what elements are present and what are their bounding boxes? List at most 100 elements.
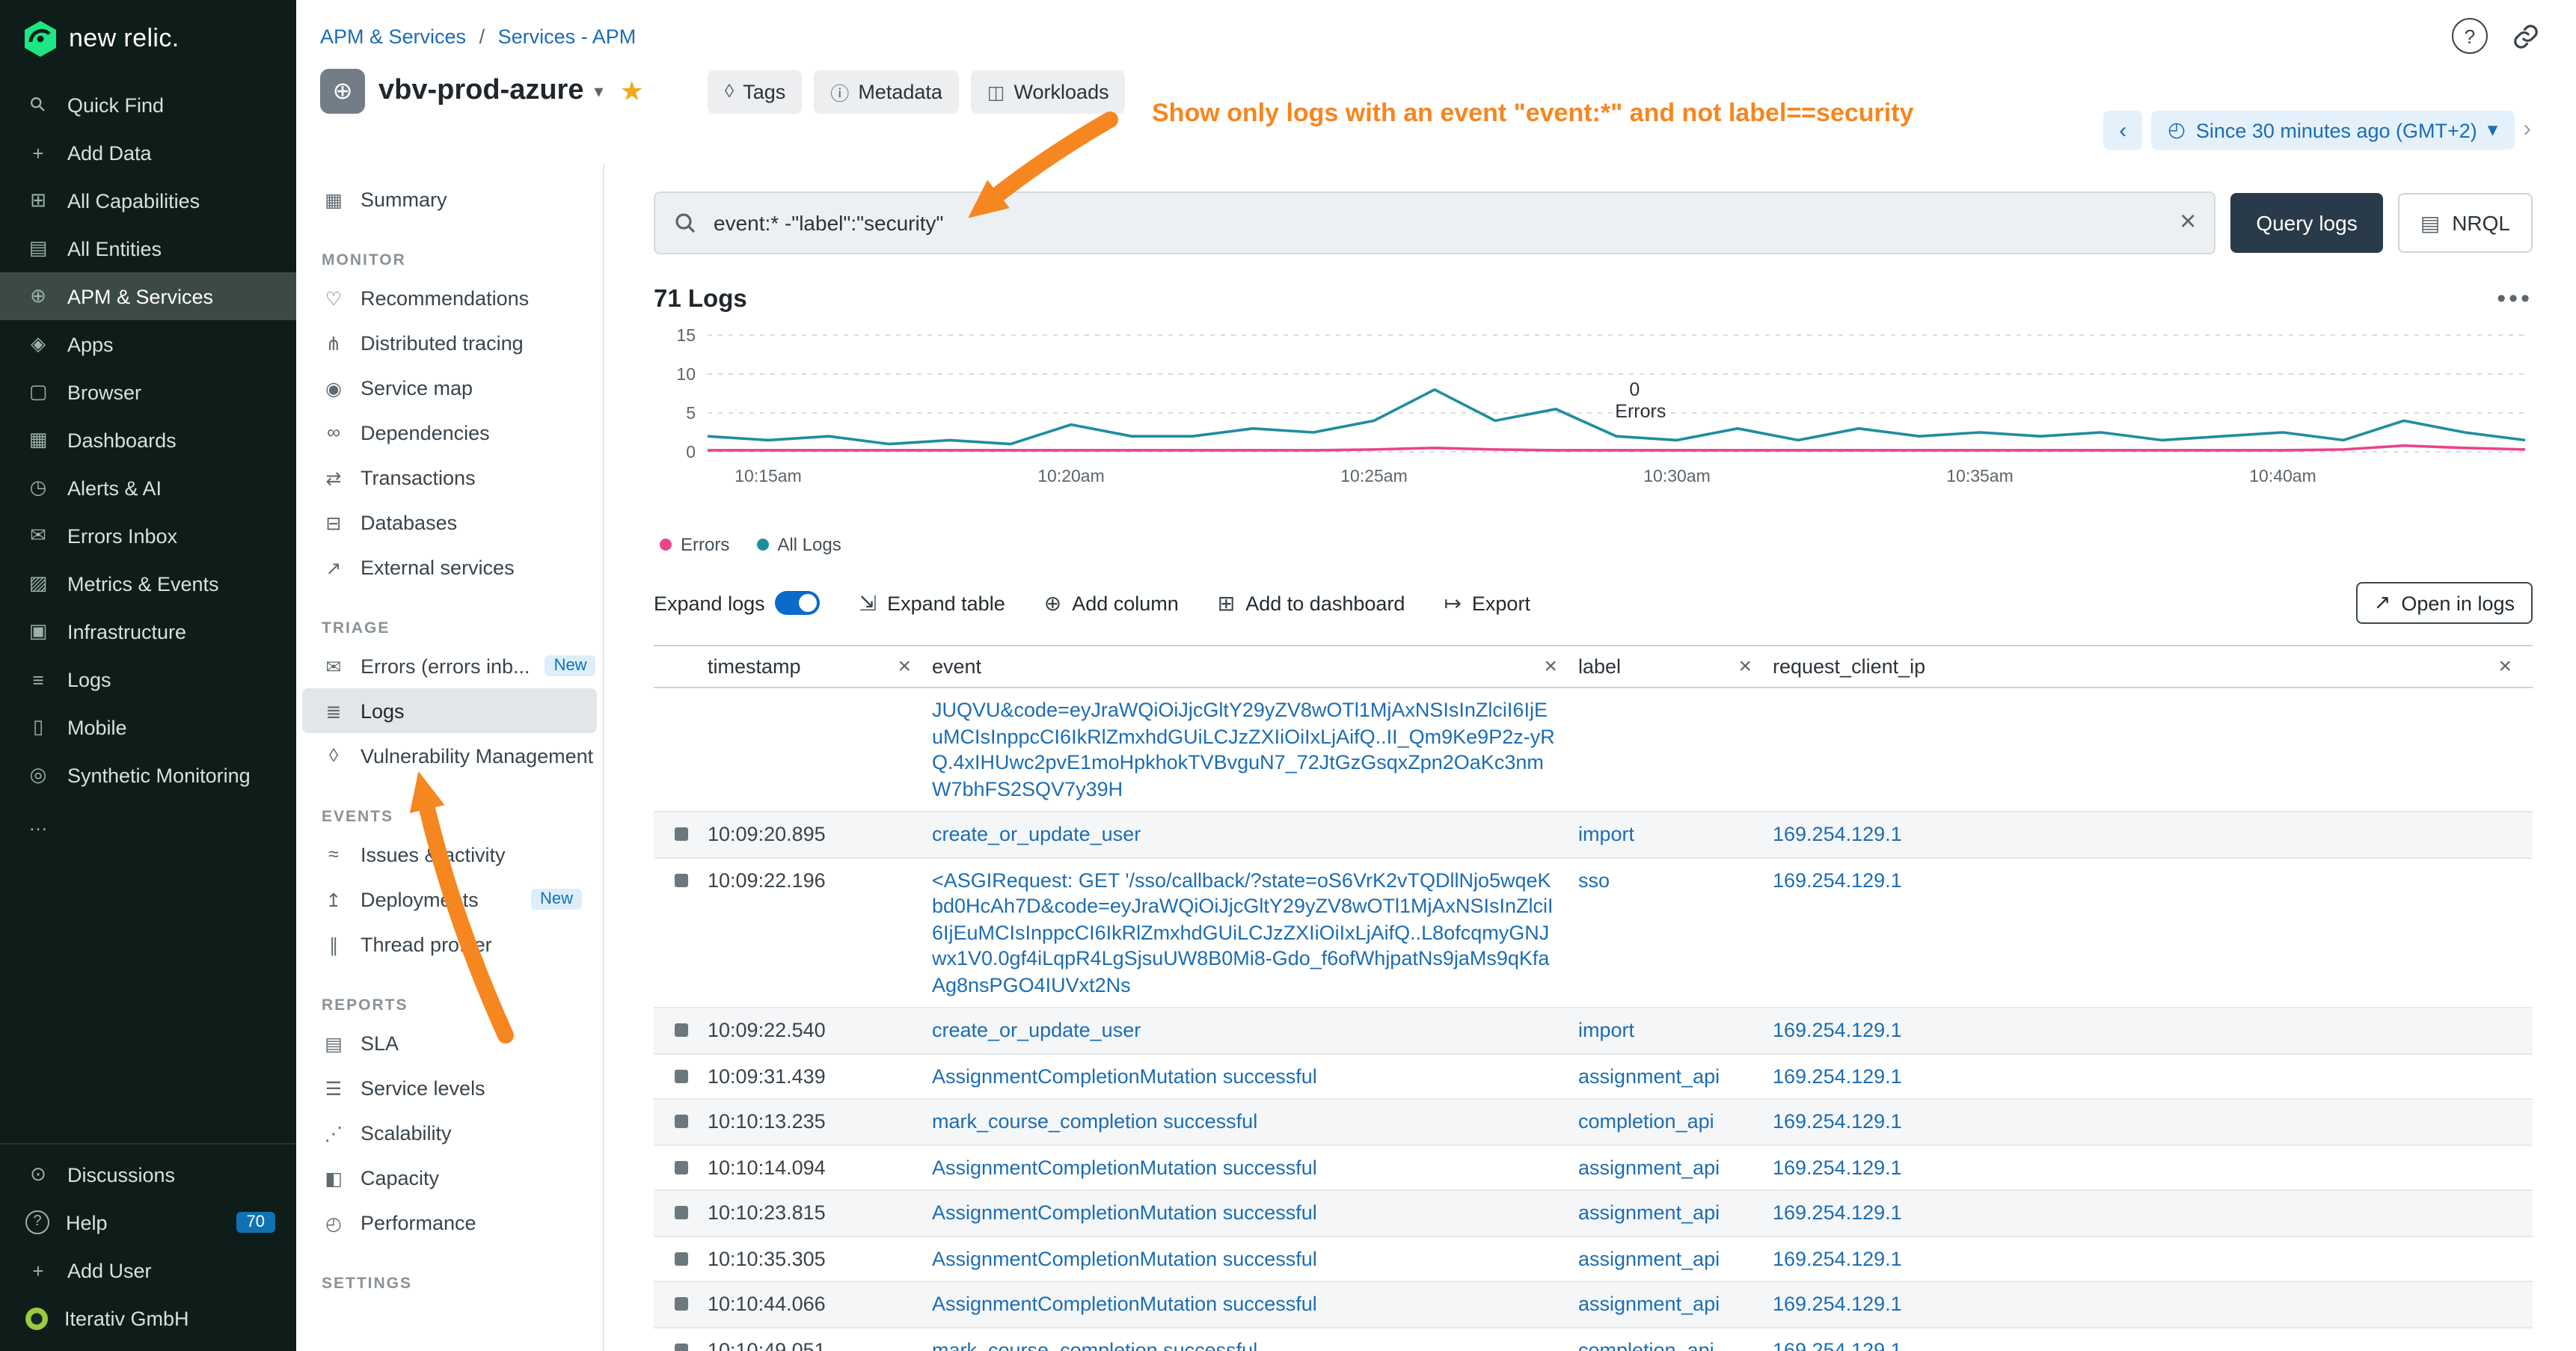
table-row[interactable]: 10:09:20.895create_or_update_userimport1… xyxy=(654,812,2533,858)
remove-event-column-icon[interactable]: × xyxy=(1544,654,1557,679)
sidebar-item-all-entities[interactable]: ▤All Entities xyxy=(0,224,296,272)
table-row[interactable]: 10:10:14.094AssignmentCompletionMutation… xyxy=(654,1145,2533,1191)
subnav-item-deployments[interactable]: ↥DeploymentsNew xyxy=(302,877,597,922)
table-row[interactable]: 10:10:44.066AssignmentCompletionMutation… xyxy=(654,1282,2533,1328)
label-link[interactable]: completion_api xyxy=(1578,1110,1714,1133)
row-select-checkbox[interactable] xyxy=(674,1206,687,1219)
table-row[interactable]: JUQVU&code=eyJraWQiOiJjcGltY29yZV8wOTl1M… xyxy=(654,688,2533,812)
sidebar-item-quick-find[interactable]: ⚲Quick Find xyxy=(0,81,296,129)
subnav-item-dependencies[interactable]: ∞Dependencies xyxy=(302,410,597,455)
subnav-item-external-services[interactable]: ↗External services xyxy=(302,545,597,589)
event-link[interactable]: create_or_update_user xyxy=(932,823,1141,845)
expand-table-button[interactable]: ⇲ Expand table xyxy=(859,590,1005,616)
export-button[interactable]: ↦ Export xyxy=(1444,590,1530,616)
label-link[interactable]: completion_api xyxy=(1578,1338,1714,1351)
request-client-ip-link[interactable]: 169.254.129.1 xyxy=(1773,1247,1902,1269)
label-link[interactable]: assignment_api xyxy=(1578,1064,1720,1087)
new-relic-logo[interactable]: new relic. xyxy=(0,0,296,81)
event-link[interactable]: AssignmentCompletionMutation successful xyxy=(932,1293,1317,1315)
row-select-checkbox[interactable] xyxy=(674,1252,687,1265)
subnav-item-databases[interactable]: ⊟Databases xyxy=(302,500,597,545)
request-client-ip-link[interactable]: 169.254.129.1 xyxy=(1773,1293,1902,1315)
row-select-checkbox[interactable] xyxy=(674,1069,687,1082)
event-link[interactable]: AssignmentCompletionMutation successful xyxy=(932,1064,1317,1087)
event-link[interactable]: create_or_update_user xyxy=(932,1019,1141,1041)
row-select-checkbox[interactable] xyxy=(674,1297,687,1311)
sidebar-item-add-user[interactable]: +Add User xyxy=(0,1246,296,1294)
label-link[interactable]: assignment_api xyxy=(1578,1156,1720,1178)
metadata-button[interactable]: ⓘ Metadata xyxy=(814,70,959,113)
sidebar-item-infrastructure[interactable]: ▣Infrastructure xyxy=(0,607,296,655)
log-search-box[interactable]: × xyxy=(654,192,2215,254)
sidebar-item-help[interactable]: ?Help70 xyxy=(0,1198,296,1246)
sidebar-item-apm-services[interactable]: ⊕APM & Services xyxy=(0,272,296,320)
subnav-item-transactions[interactable]: ⇄Transactions xyxy=(302,455,597,500)
request-client-ip-link[interactable]: 169.254.129.1 xyxy=(1773,1019,1902,1041)
favorite-star-icon[interactable]: ★ xyxy=(620,76,644,107)
subnav-item-service-levels[interactable]: ☰Service levels xyxy=(302,1065,597,1110)
subnav-item-issues-activity[interactable]: ≈Issues & activity xyxy=(302,832,597,877)
table-row[interactable]: 10:09:31.439AssignmentCompletionMutation… xyxy=(654,1054,2533,1100)
subnav-item-sla[interactable]: ▤SLA xyxy=(302,1020,597,1065)
row-select-checkbox[interactable] xyxy=(674,1160,687,1174)
sidebar-item-alerts-ai[interactable]: ◷Alerts & AI xyxy=(0,464,296,512)
row-select-checkbox[interactable] xyxy=(674,1115,687,1128)
row-select-checkbox[interactable] xyxy=(674,1023,687,1037)
event-link[interactable]: mark_course_completion successful xyxy=(932,1110,1257,1133)
label-link[interactable]: assignment_api xyxy=(1578,1293,1720,1315)
time-range-button[interactable]: ◴ Since 30 minutes ago (GMT+2) ▾ xyxy=(2151,111,2514,150)
row-select-checkbox[interactable] xyxy=(674,1343,687,1351)
help-icon[interactable]: ? xyxy=(2452,18,2488,54)
subnav-item-performance[interactable]: ◴Performance xyxy=(302,1200,597,1245)
sidebar-item-add-data[interactable]: +Add Data xyxy=(0,129,296,177)
request-client-ip-link[interactable]: 169.254.129.1 xyxy=(1773,823,1902,845)
subnav-item-distributed-tracing[interactable]: ⋔Distributed tracing xyxy=(302,320,597,365)
event-link[interactable]: AssignmentCompletionMutation successful xyxy=(932,1247,1317,1269)
subnav-item-service-map[interactable]: ◉Service map xyxy=(302,365,597,410)
clear-query-icon[interactable]: × xyxy=(2180,206,2196,239)
table-row[interactable]: 10:10:23.815AssignmentCompletionMutation… xyxy=(654,1191,2533,1237)
sidebar-item-all-capabilities[interactable]: ⊞All Capabilities xyxy=(0,177,296,224)
label-link[interactable]: sso xyxy=(1578,868,1610,891)
event-link[interactable]: AssignmentCompletionMutation successful xyxy=(932,1156,1317,1178)
add-column-button[interactable]: ⊕ Add column xyxy=(1044,590,1179,616)
request-client-ip-link[interactable]: 169.254.129.1 xyxy=(1773,868,1902,891)
table-row[interactable]: 10:10:13.235mark_course_completion succe… xyxy=(654,1100,2533,1145)
sidebar-item-errors-inbox[interactable]: ✉Errors Inbox xyxy=(0,512,296,560)
label-link[interactable]: assignment_api xyxy=(1578,1247,1720,1269)
entity-switcher-caret-icon[interactable]: ▾ xyxy=(595,81,604,102)
legend-all-logs[interactable]: All Logs xyxy=(756,534,841,555)
request-client-ip-link[interactable]: 169.254.129.1 xyxy=(1773,1338,1902,1351)
time-forward-button[interactable]: › xyxy=(2523,117,2531,144)
sidebar-item-more[interactable]: … xyxy=(0,799,296,847)
workloads-button[interactable]: ◫ Workloads xyxy=(971,70,1126,113)
link-icon[interactable] xyxy=(2512,22,2540,50)
remove-timestamp-column-icon[interactable]: × xyxy=(898,654,911,679)
subnav-item-logs[interactable]: ≣Logs xyxy=(302,688,597,733)
tags-button[interactable]: ◊ Tags xyxy=(708,70,802,113)
request-client-ip-link[interactable]: 169.254.129.1 xyxy=(1773,1064,1902,1087)
event-link[interactable]: AssignmentCompletionMutation successful xyxy=(932,1201,1317,1224)
label-link[interactable]: import xyxy=(1578,1019,1634,1041)
table-row[interactable]: 10:09:22.196<ASGIRequest: GET '/sso/call… xyxy=(654,858,2533,1008)
nrql-button[interactable]: ▤ NRQL xyxy=(2398,193,2533,253)
chart-more-menu-icon[interactable]: ••• xyxy=(2497,284,2533,314)
breadcrumb-services-apm[interactable]: Services - APM xyxy=(498,25,637,47)
sidebar-item-mobile[interactable]: ▯Mobile xyxy=(0,703,296,751)
expand-logs-toggle[interactable] xyxy=(776,591,821,615)
sidebar-item-discussions[interactable]: ⊙Discussions xyxy=(0,1151,296,1198)
event-link[interactable]: mark_course_completion successful xyxy=(932,1338,1257,1351)
log-query-input[interactable] xyxy=(711,209,2166,236)
row-select-checkbox[interactable] xyxy=(674,873,687,886)
event-link[interactable]: <ASGIRequest: GET '/sso/callback/?state=… xyxy=(932,868,1554,996)
query-logs-button[interactable]: Query logs xyxy=(2230,193,2382,253)
open-in-logs-button[interactable]: ↗ Open in logs xyxy=(2356,582,2533,624)
legend-errors[interactable]: Errors xyxy=(660,534,729,555)
subnav-item-scalability[interactable]: ⋰Scalability xyxy=(302,1110,597,1155)
label-link[interactable]: assignment_api xyxy=(1578,1201,1720,1224)
row-select-checkbox[interactable] xyxy=(674,827,687,841)
subnav-item-capacity[interactable]: ◧Capacity xyxy=(302,1155,597,1200)
subnav-item-vulnerability-management[interactable]: ◊Vulnerability Management xyxy=(302,733,597,778)
label-link[interactable]: import xyxy=(1578,823,1634,845)
subnav-item-recommendations[interactable]: ♡Recommendations xyxy=(302,275,597,320)
